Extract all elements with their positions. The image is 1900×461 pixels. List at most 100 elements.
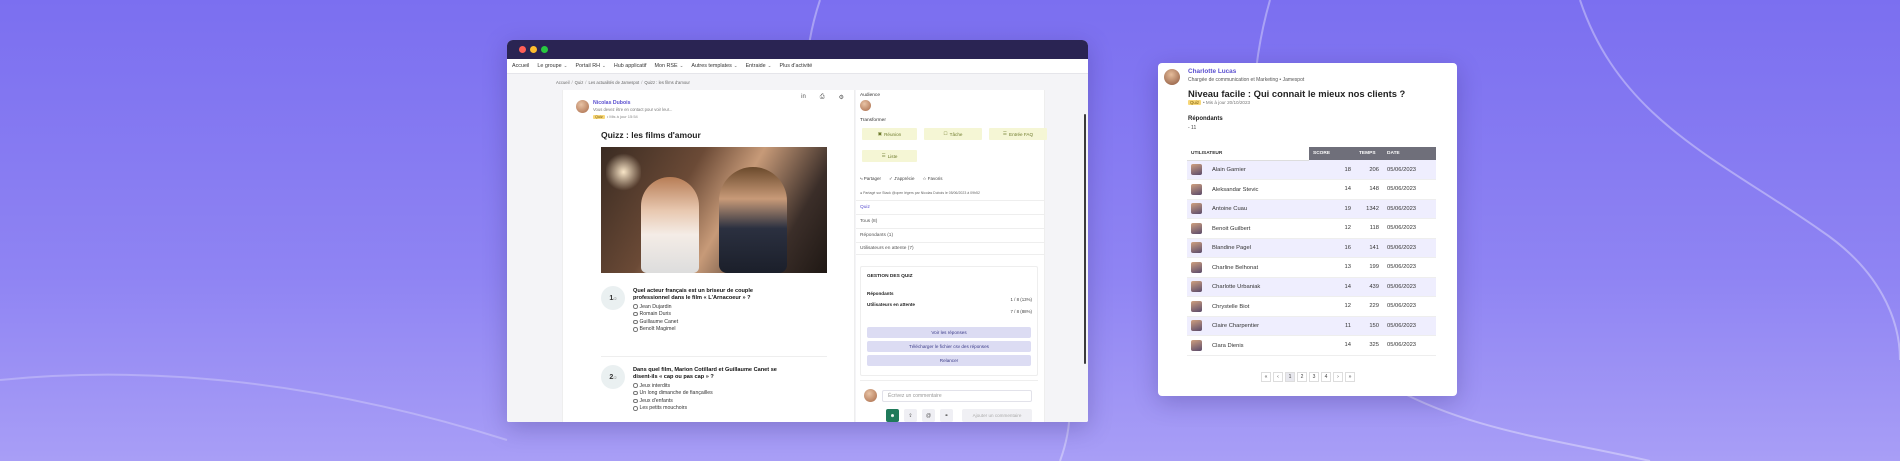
- radio-icon[interactable]: [633, 398, 638, 404]
- answer-option[interactable]: Guillaume Canet: [633, 319, 783, 325]
- menu-item[interactable]: Le groupe ⌄: [537, 63, 567, 69]
- page-button[interactable]: 3: [1309, 372, 1319, 382]
- user-name[interactable]: Charlotte Urbaniak: [1212, 284, 1260, 290]
- user-avatar[interactable]: [1191, 164, 1202, 176]
- radio-icon[interactable]: [633, 319, 638, 325]
- emoji-icon[interactable]: ☻: [886, 409, 899, 422]
- breadcrumb-separator: /: [585, 80, 587, 85]
- user-name[interactable]: Alain Garnier: [1212, 167, 1246, 173]
- menu-item[interactable]: Hub applicatif: [614, 63, 647, 69]
- user-name[interactable]: Claire Charpentier: [1212, 323, 1259, 329]
- radio-icon[interactable]: [633, 406, 638, 411]
- transform-faq-button[interactable]: ☰ Entrée FAQ: [989, 128, 1047, 140]
- radio-icon[interactable]: [633, 304, 638, 309]
- col-score[interactable]: SCORE: [1309, 147, 1355, 160]
- menu-item[interactable]: Mon RSE ⌄: [654, 63, 683, 69]
- menu-item[interactable]: Entraide ⌄: [746, 63, 772, 69]
- chevron-down-icon: ⌄: [679, 63, 684, 68]
- date-cell: 05/06/2023: [1383, 199, 1436, 219]
- upload-icon[interactable]: ⇪: [904, 409, 917, 422]
- breadcrumb-item[interactable]: Quiz: [575, 80, 584, 85]
- user-name[interactable]: Clara Dienis: [1212, 343, 1244, 349]
- tab-waiting[interactable]: Utilisateurs en attente (7): [856, 242, 1044, 255]
- transform-tache-button[interactable]: ☐ Tâche: [924, 128, 982, 140]
- minimize-dot-icon[interactable]: [530, 46, 537, 53]
- card-author-name[interactable]: Charlotte Lucas: [1188, 68, 1236, 75]
- answer-option[interactable]: Jeux interdits: [633, 383, 783, 389]
- answer-option[interactable]: Benoît Magimel: [633, 326, 783, 332]
- menu-item[interactable]: Autres templates ⌄: [691, 63, 737, 69]
- breadcrumb-item[interactable]: Accueil: [556, 80, 570, 85]
- breadcrumb-item[interactable]: Les actualités de Jamespot: [588, 80, 639, 85]
- user-avatar[interactable]: [1191, 281, 1202, 293]
- user-avatar[interactable]: [1191, 242, 1202, 254]
- user-name[interactable]: Chrystelle Biot: [1212, 304, 1249, 310]
- user-avatar[interactable]: [1191, 300, 1202, 312]
- page-button[interactable]: 4: [1321, 372, 1331, 382]
- menu-item[interactable]: Accueil: [512, 63, 529, 69]
- menu-item[interactable]: Plus d'activité: [779, 63, 812, 69]
- maximize-dot-icon[interactable]: [541, 46, 548, 53]
- scrollbar[interactable]: [1084, 114, 1086, 364]
- user-avatar[interactable]: [1191, 339, 1202, 351]
- link-icon[interactable]: ⚭: [940, 409, 953, 422]
- favorite-button[interactable]: ☆ Favoris: [922, 176, 942, 182]
- menu-item[interactable]: Portail RH ⌄: [575, 63, 605, 69]
- page-button[interactable]: »: [1345, 372, 1355, 382]
- card-author-avatar[interactable]: [1164, 69, 1180, 85]
- user-name[interactable]: Benoit Guilbert: [1212, 226, 1250, 232]
- col-time[interactable]: TEMPS: [1355, 147, 1383, 160]
- quiz-tag: Quiz: [1188, 100, 1202, 105]
- radio-icon[interactable]: [633, 311, 638, 317]
- radio-icon[interactable]: [633, 327, 638, 332]
- like-button[interactable]: ✓ J'apprécie: [889, 176, 914, 182]
- date-cell: 05/06/2023: [1383, 218, 1436, 239]
- radio-icon[interactable]: [633, 383, 638, 388]
- user-name[interactable]: Blandine Pagel: [1212, 245, 1251, 251]
- page-button[interactable]: ›: [1333, 372, 1343, 382]
- author-avatar[interactable]: [576, 100, 589, 113]
- comment-input[interactable]: Écrivez un commentaire: [882, 390, 1032, 402]
- user-avatar[interactable]: [1191, 320, 1202, 332]
- user-avatar[interactable]: [1191, 261, 1202, 273]
- user-avatar[interactable]: [1191, 183, 1202, 195]
- answer-option[interactable]: Jeux d'enfants: [633, 398, 783, 404]
- view-answers-button[interactable]: Voir les réponses: [867, 327, 1031, 338]
- user-avatar[interactable]: [1191, 203, 1202, 215]
- settings-icon[interactable]: ⚙: [839, 94, 844, 101]
- add-comment-button[interactable]: Ajouter un commentaire: [962, 409, 1032, 422]
- user-name[interactable]: Antoine Cuau: [1212, 206, 1247, 212]
- audience-avatar[interactable]: [860, 100, 871, 111]
- mention-icon[interactable]: @: [922, 409, 935, 422]
- tab-all[interactable]: Tous (8): [856, 214, 1044, 227]
- user-name[interactable]: Aleksandar Stevic: [1212, 187, 1258, 193]
- page-button[interactable]: ‹: [1273, 372, 1283, 382]
- col-date[interactable]: DATE: [1383, 147, 1436, 160]
- time-cell: 1342: [1355, 199, 1383, 219]
- remind-button[interactable]: Relancer: [867, 355, 1031, 366]
- commenter-avatar: [864, 389, 877, 402]
- close-dot-icon[interactable]: [519, 46, 526, 53]
- tab-respondents[interactable]: Répondants (1): [856, 228, 1044, 241]
- answer-option[interactable]: Les petits mouchoirs: [633, 405, 783, 411]
- page-button[interactable]: 2: [1297, 372, 1307, 382]
- print-icon[interactable]: ⎙: [820, 94, 825, 101]
- author-name[interactable]: Nicolas Dubois: [593, 100, 672, 106]
- answer-option[interactable]: Jean Dujardin: [633, 304, 783, 310]
- col-user[interactable]: UTILISATEUR: [1187, 147, 1309, 161]
- user-name[interactable]: Charline Belhonat: [1212, 265, 1258, 271]
- user-avatar[interactable]: [1191, 222, 1202, 234]
- tab-quiz[interactable]: Quiz: [856, 200, 1044, 213]
- page-button[interactable]: 1: [1285, 372, 1295, 382]
- transform-liste-button[interactable]: ☰ Liste: [862, 150, 917, 162]
- share-button[interactable]: ⤷ Partager: [860, 176, 881, 182]
- question-1: 1/2 Quel acteur français est un briseur …: [601, 286, 783, 332]
- answer-option[interactable]: Romain Duris: [633, 311, 783, 317]
- linkedin-icon[interactable]: in: [801, 94, 806, 101]
- page-button[interactable]: «: [1261, 372, 1271, 382]
- radio-icon[interactable]: [633, 390, 638, 396]
- download-csv-button[interactable]: Télécharger le fichier csv des réponses: [867, 341, 1031, 352]
- transform-reunion-button[interactable]: ▣ Réunion: [862, 128, 917, 140]
- answer-option[interactable]: Un long dimanche de fiançailles: [633, 390, 783, 396]
- user-cell: Chrystelle Biot: [1187, 296, 1309, 317]
